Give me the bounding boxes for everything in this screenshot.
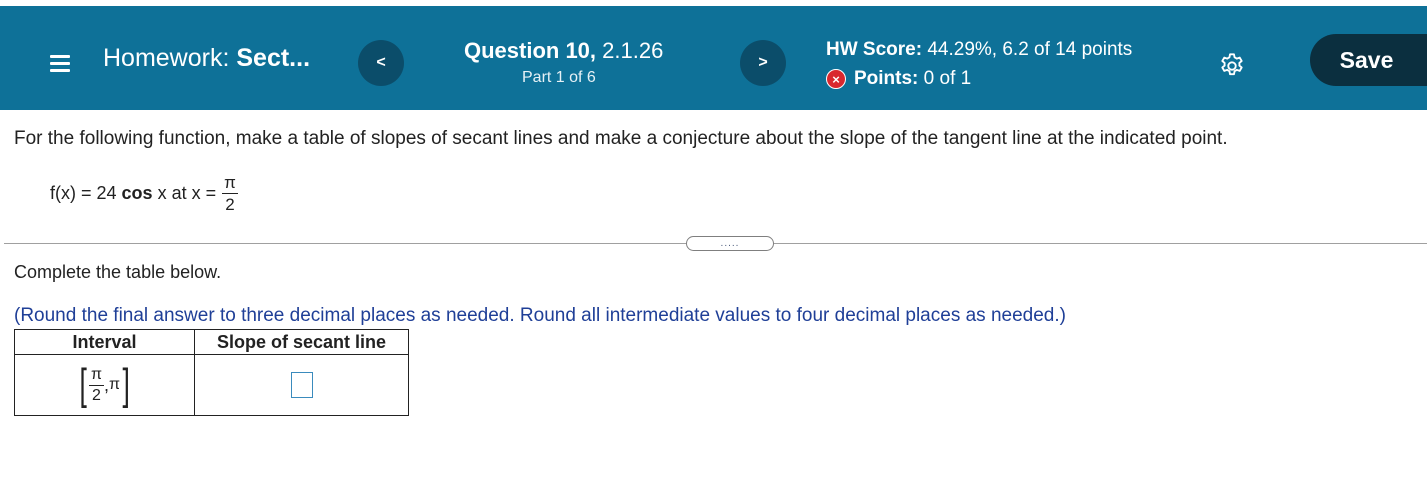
hw-score-label: HW Score: [826,39,923,60]
save-button[interactable]: Save [1310,34,1427,86]
point-fraction: π 2 [222,174,238,213]
right-bracket: ] [122,360,130,409]
homework-title: Homework: Sect... [103,44,310,73]
previous-question-button[interactable]: < [358,40,404,86]
secant-slope-table: Interval Slope of secant line [ π 2 , π … [14,329,409,416]
slope-header: Slope of secant line [194,329,409,355]
next-question-button[interactable]: > [740,40,786,86]
question-label: Question 10, [464,38,597,63]
function-expression: f(x) = 24 cos x at x = π 2 [50,174,238,213]
question-part: Part 1 of 6 [522,69,596,86]
function-cos: cos [121,183,153,203]
table-header-row: Interval Slope of secant line [14,329,409,355]
interval-header: Interval [14,329,195,355]
x-circle-icon: × [826,69,846,89]
menu-icon[interactable] [50,55,70,72]
points-value: 0 of 1 [918,68,972,89]
interval-numerator: π [88,366,104,386]
chevron-right-icon: > [758,54,768,71]
fraction-denominator: 2 [225,195,235,214]
question-instruction: For the following function, make a table… [14,128,1228,149]
chevron-left-icon: < [376,54,386,71]
function-prefix: f(x) = 24 [50,183,122,203]
interval-end: π [109,376,121,393]
table-row: [ π 2 , π ] [14,354,409,416]
complete-table-prompt: Complete the table below. [14,262,222,282]
homework-prefix: Homework: [103,44,237,72]
question-points: × Points: 0 of 1 [826,68,971,90]
interval-denominator: 2 [92,386,101,404]
interval-value: [ π 2 , π ] [77,363,133,407]
interval-fraction: π 2 [88,366,104,404]
question-title: Question 10, 2.1.26 [464,38,663,64]
interval-cell: [ π 2 , π ] [14,354,195,416]
rounding-note: (Round the final answer to three decimal… [14,305,1066,326]
gear-icon[interactable] [1218,52,1246,80]
hw-score: HW Score: 44.29%, 6.2 of 14 points [826,39,1132,61]
question-id: 2.1.26 [596,38,664,63]
hw-score-value: 44.29%, 6.2 of 14 points [922,39,1133,60]
slope-answer-input[interactable] [290,372,313,398]
points-label: Points: [854,68,919,89]
top-bar: Homework: Sect... < Question 10, 2.1.26 … [0,6,1427,110]
expand-button[interactable]: ..... [686,236,774,251]
function-suffix: x at x = [152,183,217,203]
homework-name: Sect... [236,44,311,72]
fraction-numerator: π [222,173,238,194]
left-bracket: [ [79,360,87,409]
slope-cell [194,354,409,416]
